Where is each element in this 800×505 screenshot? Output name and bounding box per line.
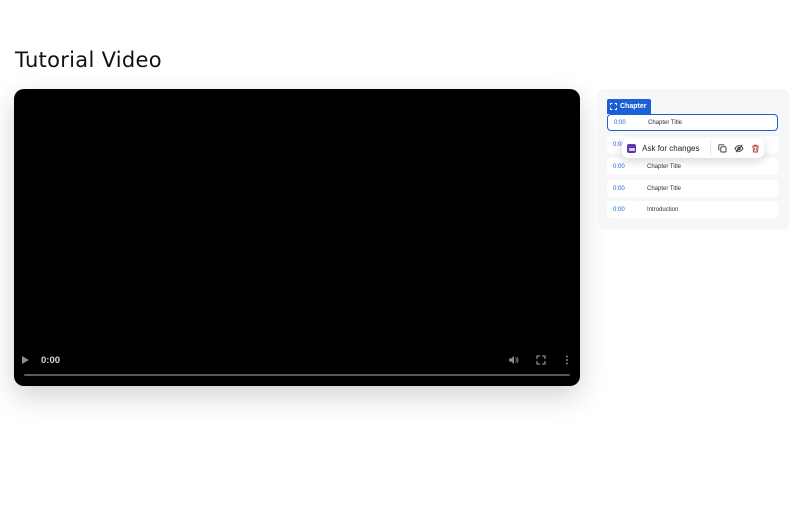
copy-icon <box>718 143 727 152</box>
page-title: Tutorial Video <box>15 48 162 72</box>
chapter-title: Introduction <box>647 206 679 213</box>
edit-popover: Ask for changes <box>622 138 764 158</box>
chapter-row[interactable]: 0:00 Chapter Title <box>607 180 778 197</box>
chapter-time: 0:00 <box>613 185 625 192</box>
hide-button[interactable] <box>731 139 747 157</box>
chapter-time: 0:00 <box>614 119 626 126</box>
ai-assistant-icon <box>627 143 637 153</box>
chapter-row[interactable]: 0:00 Introduction <box>607 201 778 218</box>
eye-off-icon <box>734 144 744 152</box>
trash-icon <box>752 144 760 152</box>
chapter-time: 0:00 <box>613 163 625 170</box>
volume-icon[interactable] <box>507 354 519 366</box>
fullscreen-icon[interactable] <box>535 354 547 366</box>
delete-button[interactable] <box>748 139 764 157</box>
video-player[interactable] <box>14 89 580 386</box>
popover-divider <box>709 141 711 155</box>
chapter-tag-label: Chapter <box>620 103 647 110</box>
more-options-icon[interactable] <box>561 354 573 366</box>
video-progress-bar[interactable] <box>24 374 570 376</box>
select-frame-icon <box>610 103 617 110</box>
chapter-row[interactable]: 0:00 Chapter Title <box>607 114 778 131</box>
video-current-time: 0:00 <box>41 355 61 366</box>
chapter-time: 0:00 <box>613 206 625 213</box>
chapter-title: Chapter Title <box>647 185 682 192</box>
duplicate-button[interactable] <box>715 139 731 157</box>
chapter-title: Chapter Title <box>648 119 683 126</box>
play-icon[interactable] <box>22 356 29 364</box>
chapter-title: Chapter Title <box>647 163 682 170</box>
ask-for-changes-button[interactable]: Ask for changes <box>642 144 710 153</box>
chapter-tag[interactable]: Chapter <box>607 99 652 114</box>
chapter-row[interactable]: 0:00 Chapter Title <box>607 158 778 175</box>
